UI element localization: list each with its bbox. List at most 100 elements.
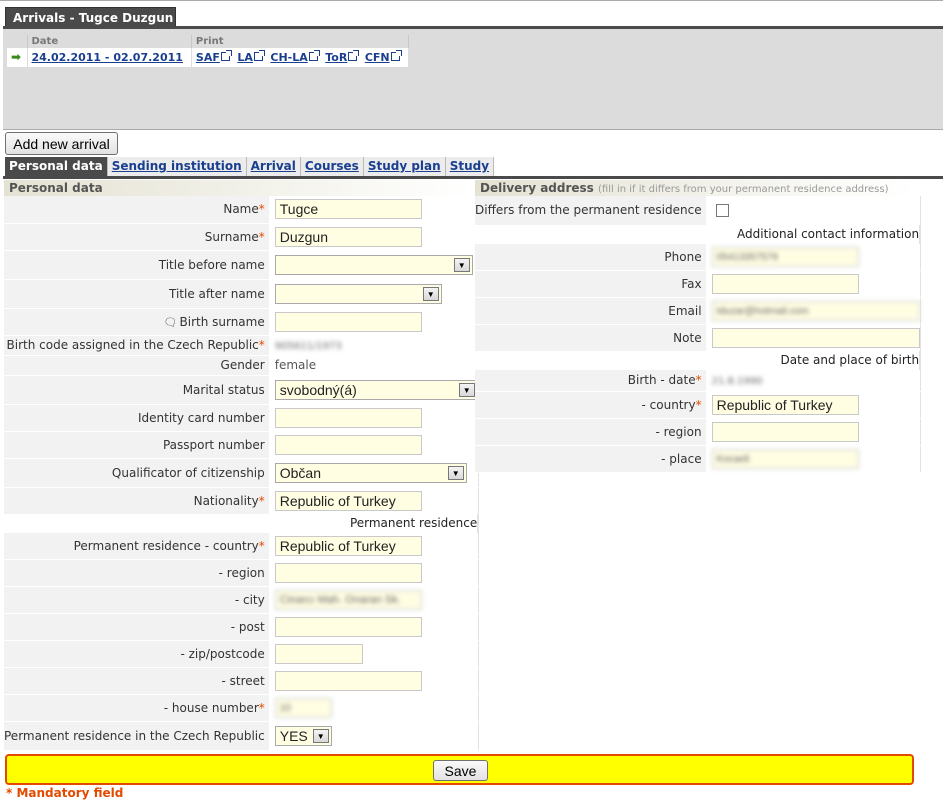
print-tor-link[interactable]: ToR xyxy=(325,49,360,64)
arrow-column-header xyxy=(7,35,28,48)
tab-personal-data[interactable]: Personal data xyxy=(5,157,108,176)
personal-data-header: Personal data xyxy=(4,180,473,196)
marital-status-select[interactable]: svobodný(á) ▼ xyxy=(274,379,478,400)
passport-label: Passport number xyxy=(4,431,271,459)
gender-label: Gender xyxy=(4,355,271,376)
birth-code-value: 905611/1973 xyxy=(274,341,342,352)
arrow-right-icon: ➡ xyxy=(11,50,22,64)
identity-card-label: Identity card number xyxy=(4,404,271,432)
differs-label: Differs from the permanent residence xyxy=(475,196,708,226)
personal-data-section: Personal data Name* Tugce Surname* Duzgu… xyxy=(4,180,480,751)
title-after-select[interactable]: ▼ xyxy=(274,283,442,304)
perm-region-field[interactable] xyxy=(274,562,422,583)
arrivals-panel: Date Print ➡ 24.02.2011 - 02.07.2011 SAF… xyxy=(3,26,943,130)
tab-study-plan[interactable]: Study plan xyxy=(363,157,446,176)
gender-value: female xyxy=(274,358,317,372)
perm-street-field[interactable] xyxy=(274,670,422,691)
external-link-icon xyxy=(308,49,320,61)
chevron-down-icon: ▼ xyxy=(453,257,470,272)
birth-surname-label: Birth surname xyxy=(179,314,265,329)
perm-cz-select[interactable]: YES ▼ xyxy=(274,725,332,746)
birth-country-field[interactable]: Republic of Turkey xyxy=(711,394,859,415)
chevron-down-icon: ▼ xyxy=(422,286,439,301)
citizenship-label: Qualificator of citizenship xyxy=(4,458,271,488)
arrivals-table: Date Print ➡ 24.02.2011 - 02.07.2011 SAF… xyxy=(7,35,409,67)
perm-house-field[interactable]: 10 xyxy=(274,697,332,718)
delivery-address-form: Differs from the permanent residence Add… xyxy=(475,196,922,473)
delivery-address-section: Delivery address (fill in if it differs … xyxy=(475,180,922,473)
top-border xyxy=(0,0,943,6)
birth-date-label: Birth - date xyxy=(627,373,696,387)
tab-bar: Personal data Sending institution Arriva… xyxy=(5,157,495,176)
passport-field[interactable] xyxy=(274,434,422,455)
identity-card-field[interactable] xyxy=(274,407,422,428)
perm-country-field[interactable]: Republic of Turkey xyxy=(274,535,422,556)
phone-field[interactable]: 05413357579 xyxy=(711,246,859,267)
perm-region-label: - region xyxy=(4,559,271,587)
nationality-field[interactable]: Republic of Turkey xyxy=(274,490,422,511)
perm-post-field[interactable] xyxy=(274,616,422,637)
perm-street-label: - street xyxy=(4,667,271,695)
table-row: ➡ 24.02.2011 - 02.07.2011 SAF LA CH-LA T… xyxy=(7,48,409,67)
chevron-down-icon: ▼ xyxy=(447,465,464,480)
speech-bubble-icon: 🗨 xyxy=(163,315,178,329)
tab-arrival[interactable]: Arrival xyxy=(246,157,301,176)
birth-region-field[interactable] xyxy=(711,421,859,442)
email-field[interactable]: tduzar@hotmail.com xyxy=(711,300,920,321)
name-field[interactable]: Tugce xyxy=(274,199,422,220)
permanent-residence-heading: Permanent residence xyxy=(4,514,480,533)
save-bar: Save xyxy=(5,754,914,785)
perm-zip-field[interactable] xyxy=(274,643,363,664)
birth-region-label: - region xyxy=(475,418,708,446)
save-button[interactable]: Save xyxy=(433,760,488,781)
print-saf-link[interactable]: SAF xyxy=(196,49,232,64)
phone-label: Phone xyxy=(475,243,708,271)
title-before-select[interactable]: ▼ xyxy=(274,254,473,275)
differs-checkbox[interactable] xyxy=(715,204,729,218)
external-link-icon xyxy=(220,49,232,61)
nationality-label: Nationality xyxy=(193,493,259,508)
birth-date-place-heading: Date and place of birth xyxy=(475,351,922,370)
external-link-icon xyxy=(348,49,360,61)
perm-country-label: Permanent residence - country xyxy=(73,538,259,553)
perm-zip-label: - zip/postcode xyxy=(4,640,271,668)
chevron-down-icon: ▼ xyxy=(312,728,329,743)
mandatory-field-note: * Mandatory field xyxy=(6,786,124,800)
fax-field[interactable] xyxy=(711,273,859,294)
chevron-down-icon: ▼ xyxy=(458,382,475,397)
surname-field[interactable]: Duzgun xyxy=(274,226,422,247)
print-ch-la-link[interactable]: CH-LA xyxy=(270,49,320,64)
citizenship-select[interactable]: Občan ▼ xyxy=(274,462,467,483)
tab-study[interactable]: Study xyxy=(445,157,495,176)
tab-underline xyxy=(3,176,943,179)
perm-city-field[interactable]: Cinarcı Mah. Onaran Sk. xyxy=(274,589,422,610)
external-link-icon xyxy=(390,49,402,61)
add-new-arrival-button[interactable]: Add new arrival xyxy=(5,132,118,155)
birth-place-field[interactable]: Kocaeli xyxy=(711,448,859,469)
arrival-date-link[interactable]: 24.02.2011 - 02.07.2011 xyxy=(32,51,183,64)
birth-surname-field[interactable] xyxy=(274,311,422,332)
contact-info-heading: Additional contact information xyxy=(475,225,922,244)
perm-city-label: - city xyxy=(4,586,271,614)
birth-place-label: - place xyxy=(475,445,708,473)
print-la-link[interactable]: LA xyxy=(237,49,265,64)
email-label: Email xyxy=(475,297,708,325)
note-field[interactable] xyxy=(711,327,920,348)
birth-date-value: 21.8.1990 xyxy=(711,376,763,387)
tab-sending-institution[interactable]: Sending institution xyxy=(107,157,247,176)
surname-label: Surname xyxy=(204,229,259,244)
perm-cz-label: Permanent residence in the Czech Republi… xyxy=(4,721,271,751)
title-after-label: Title after name xyxy=(4,279,271,309)
print-cfn-link[interactable]: CFN xyxy=(365,49,402,64)
birth-country-label: - country xyxy=(641,397,696,412)
name-label: Name xyxy=(223,202,259,217)
birth-code-label: Birth code assigned in the Czech Republi… xyxy=(6,338,259,352)
print-column-header: Print xyxy=(191,35,409,48)
personal-data-form: Name* Tugce Surname* Duzgun Title before… xyxy=(4,196,480,751)
perm-post-label: - post xyxy=(4,613,271,641)
delivery-address-hint: (fill in if it differs from your permane… xyxy=(598,184,889,195)
tab-courses[interactable]: Courses xyxy=(300,157,364,176)
perm-house-label: - house number xyxy=(163,700,259,715)
fax-label: Fax xyxy=(475,270,708,298)
external-link-icon xyxy=(253,49,265,61)
